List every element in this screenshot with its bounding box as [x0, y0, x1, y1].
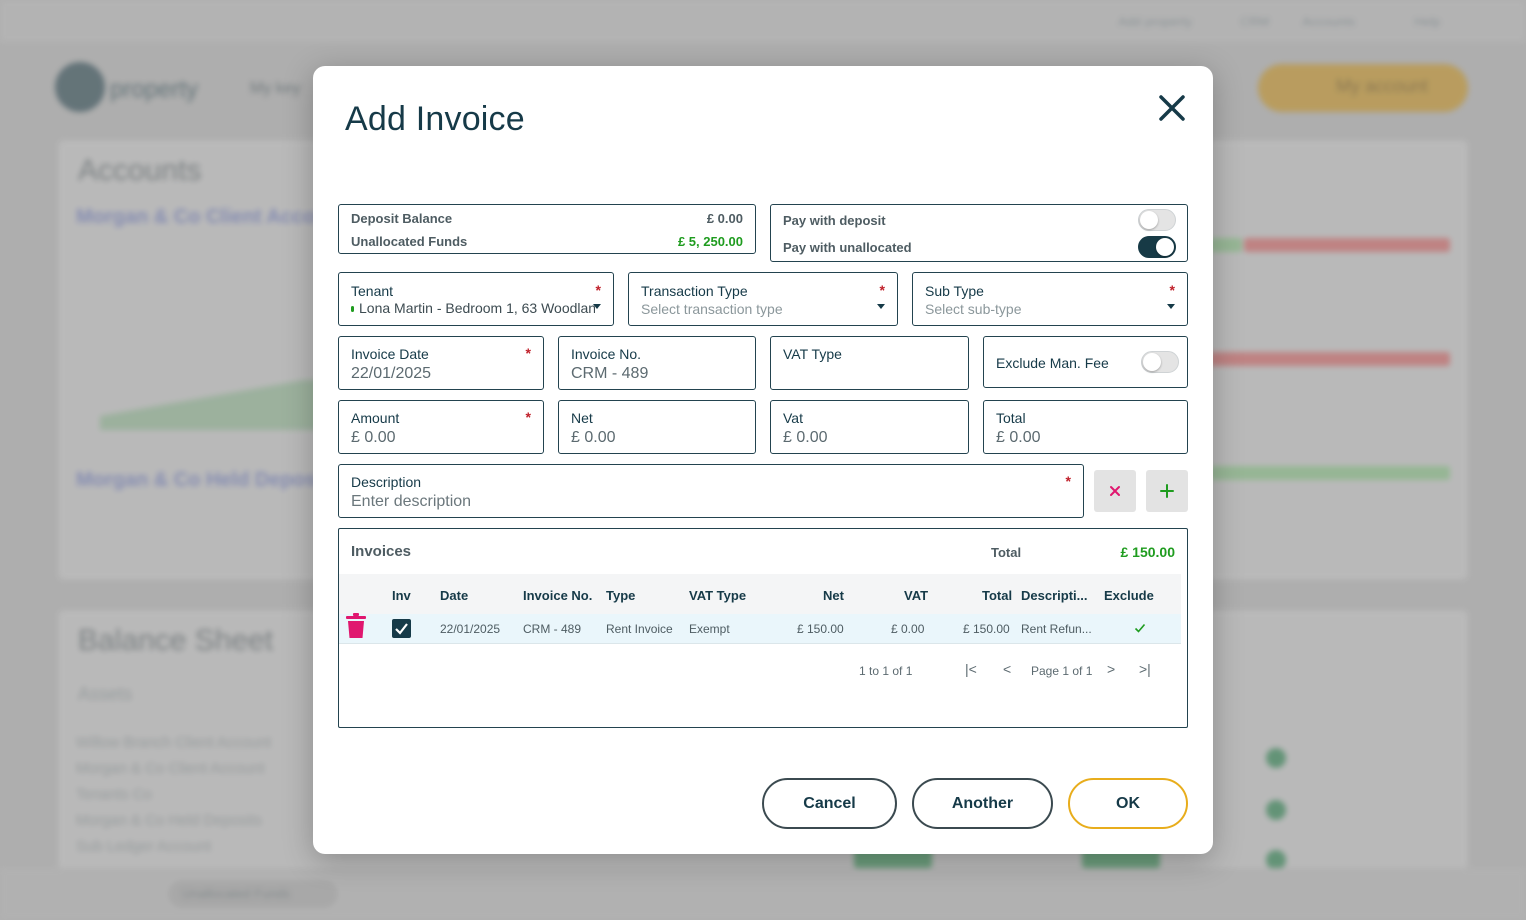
required-marker: * [525, 409, 531, 425]
transaction-type-select[interactable]: Transaction Type * Select transaction ty… [628, 272, 898, 326]
chevron-down-icon [877, 304, 885, 309]
required-marker: * [525, 345, 531, 361]
pay-with-deposit-label: Pay with deposit [783, 213, 886, 228]
amount-value: £ 0.00 [351, 429, 396, 446]
tenant-label: Tenant [351, 283, 394, 299]
tenant-select[interactable]: Tenant * Lona Martin - Bedroom 1, 63 Woo… [338, 272, 614, 326]
vat-value: £ 0.00 [783, 429, 828, 446]
net-value: £ 0.00 [571, 429, 616, 446]
row-date: 22/01/2025 [440, 622, 501, 636]
balances-panel: Deposit Balance £ 0.00 Unallocated Funds… [338, 204, 756, 254]
row-vat: £ 0.00 [891, 622, 925, 636]
transaction-type-placeholder: Select transaction type [641, 301, 783, 317]
invoices-panel: Invoices Total £ 150.00 Inv Date Invoice… [338, 528, 1188, 728]
column-header-vat-type[interactable]: VAT Type [689, 588, 746, 603]
vat-field[interactable]: Vat £ 0.00 [770, 400, 969, 454]
column-header-net[interactable]: Net [823, 588, 844, 603]
invoice-date-field[interactable]: Invoice Date * 22/01/2025 [338, 336, 544, 390]
trash-icon [346, 613, 366, 638]
clear-button[interactable] [1094, 470, 1136, 512]
row-description: Rent Refun... [1021, 622, 1092, 636]
status-dot-icon [351, 306, 354, 312]
column-header-description[interactable]: Descripti... [1021, 588, 1087, 603]
column-header-type[interactable]: Type [606, 588, 635, 603]
invoice-no-label: Invoice No. [571, 346, 642, 362]
invoice-date-value: 22/01/2025 [351, 365, 432, 382]
chevron-down-icon [593, 304, 601, 309]
plus-icon [1160, 484, 1174, 498]
exclude-man-fee-panel: Exclude Man. Fee [983, 336, 1188, 388]
invoices-total-label: Total [991, 545, 1022, 560]
description-label: Description [351, 474, 422, 490]
exclude-man-fee-label: Exclude Man. Fee [996, 355, 1109, 371]
last-page-icon[interactable]: >| [1139, 661, 1151, 677]
required-marker: * [1065, 473, 1071, 489]
column-header-exclude[interactable]: Exclude [1104, 588, 1154, 603]
invoice-no-value: CRM - 489 [571, 365, 649, 382]
row-checkbox[interactable] [392, 619, 411, 638]
vat-type-label: VAT Type [783, 346, 842, 362]
ok-button[interactable]: OK [1068, 778, 1188, 829]
invoices-title: Invoices [351, 543, 412, 560]
first-page-icon[interactable]: |< [965, 661, 977, 677]
cancel-button[interactable]: Cancel [762, 778, 897, 829]
modal-title: Add Invoice [345, 100, 525, 138]
column-header-inv[interactable]: Inv [392, 588, 411, 603]
row-net: £ 150.00 [797, 622, 844, 636]
row-type: Rent Invoice [606, 622, 673, 636]
column-header-date[interactable]: Date [440, 588, 468, 603]
total-field[interactable]: Total £ 0.00 [983, 400, 1188, 454]
description-placeholder: Enter description [351, 493, 472, 510]
chevron-down-icon [1167, 304, 1175, 309]
description-field[interactable]: Description * Enter description [338, 464, 1084, 518]
row-invoice-no: CRM - 489 [523, 622, 582, 636]
total-value: £ 0.00 [996, 429, 1041, 446]
required-marker: * [879, 282, 885, 298]
row-total: £ 150.00 [963, 622, 1010, 636]
sub-type-placeholder: Select sub-type [925, 301, 1022, 317]
pay-with-unallocated-toggle[interactable] [1138, 236, 1176, 258]
column-header-invoice-no[interactable]: Invoice No. [523, 588, 592, 603]
delete-row-button[interactable] [345, 613, 367, 639]
add-invoice-modal: Add Invoice Deposit Balance £ 0.00 Unall… [313, 66, 1213, 854]
invoice-no-field[interactable]: Invoice No. CRM - 489 [558, 336, 756, 390]
required-marker: * [1169, 282, 1175, 298]
invoice-date-label: Invoice Date [351, 346, 429, 362]
exclude-check-icon [1134, 623, 1146, 633]
add-line-button[interactable] [1146, 470, 1188, 512]
pay-options-panel: Pay with deposit Pay with unallocated [770, 204, 1188, 262]
prev-page-icon[interactable]: < [1003, 661, 1011, 677]
vat-label: Vat [783, 410, 803, 426]
column-header-total[interactable]: Total [982, 588, 1012, 603]
close-icon [1110, 486, 1120, 496]
pager-summary: 1 to 1 of 1 [859, 664, 913, 678]
close-icon[interactable] [1156, 90, 1188, 126]
another-button[interactable]: Another [912, 778, 1053, 829]
deposit-balance-value: £ 0.00 [706, 211, 743, 226]
total-label: Total [996, 410, 1026, 426]
deposit-balance-label: Deposit Balance [351, 211, 453, 226]
pay-with-unallocated-label: Pay with unallocated [783, 240, 912, 255]
tenant-value: Lona Martin - Bedroom 1, 63 Woodlanc [359, 300, 595, 316]
required-marker: * [595, 282, 601, 298]
invoices-total-value: £ 150.00 [1120, 544, 1176, 560]
transaction-type-label: Transaction Type [641, 283, 748, 299]
next-page-icon[interactable]: > [1107, 661, 1115, 677]
net-label: Net [571, 410, 593, 426]
page-label: Page 1 of 1 [1031, 664, 1093, 678]
vat-type-field[interactable]: VAT Type [770, 336, 969, 390]
sub-type-select[interactable]: Sub Type * Select sub-type [912, 272, 1188, 326]
unallocated-funds-label: Unallocated Funds [351, 234, 468, 249]
amount-field[interactable]: Amount * £ 0.00 [338, 400, 544, 454]
net-field[interactable]: Net £ 0.00 [558, 400, 756, 454]
check-icon [395, 623, 408, 635]
sub-type-label: Sub Type [925, 283, 984, 299]
pay-with-deposit-toggle[interactable] [1138, 209, 1176, 231]
unallocated-funds-value: £ 5, 250.00 [677, 234, 743, 249]
row-vat-type: Exempt [689, 622, 730, 636]
exclude-man-fee-toggle[interactable] [1141, 351, 1179, 373]
column-header-vat[interactable]: VAT [904, 588, 928, 603]
amount-label: Amount [351, 410, 400, 426]
